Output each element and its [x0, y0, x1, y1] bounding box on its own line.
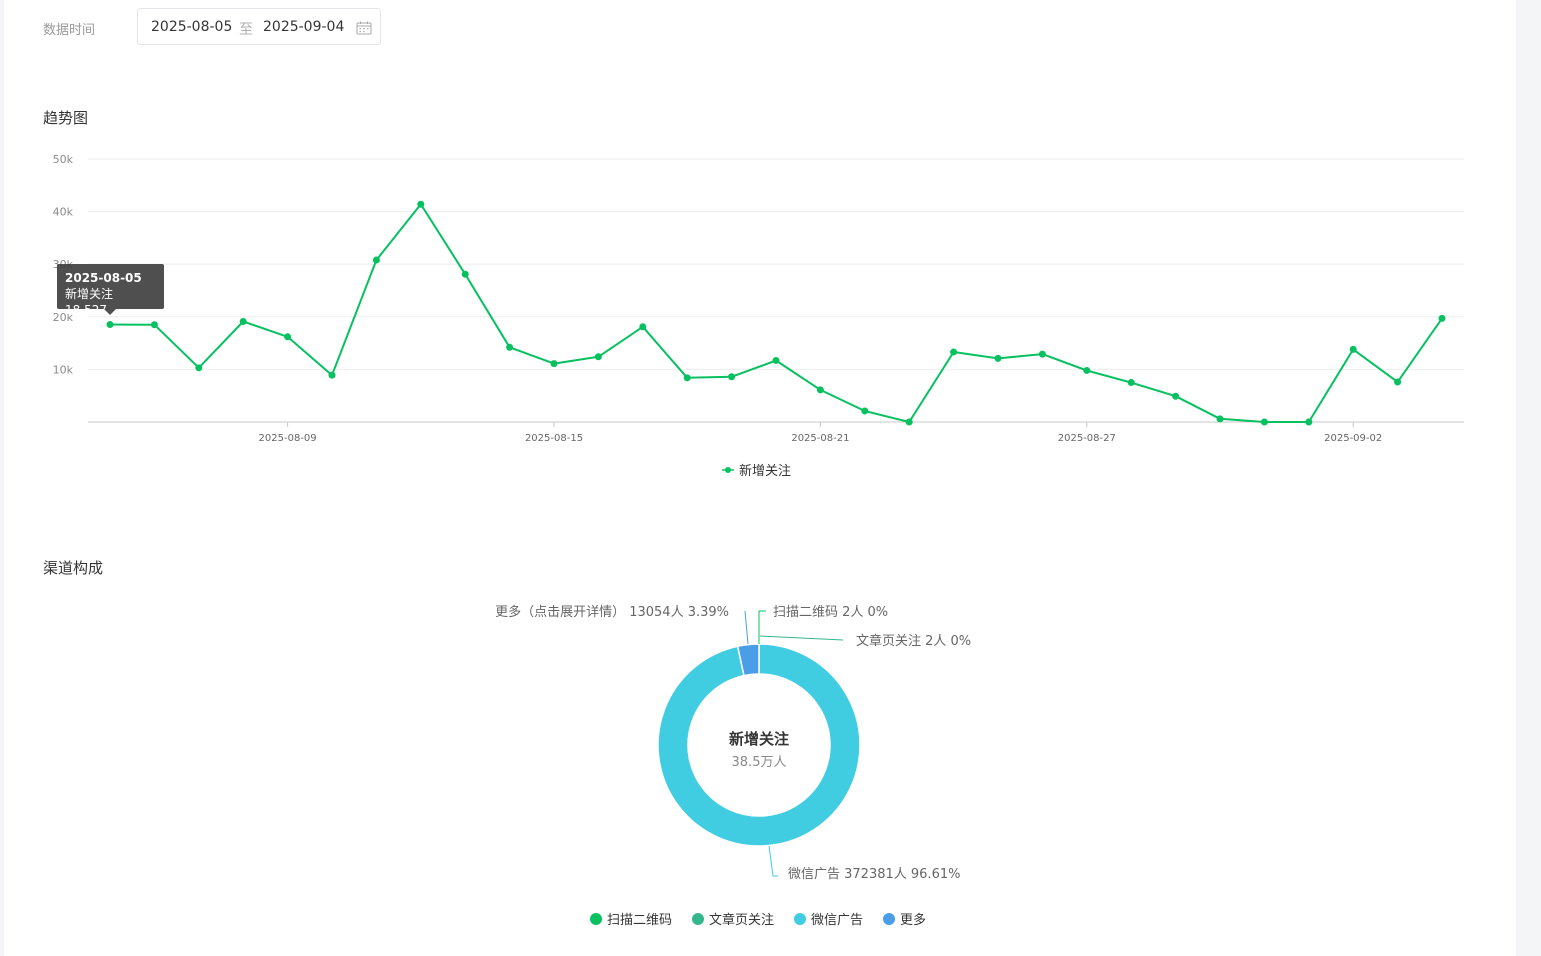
- slice-label: 微信广告 372381人 96.61%: [788, 867, 960, 882]
- data-point: [1172, 392, 1180, 400]
- legend-label: 文章页关注: [708, 913, 774, 928]
- data-point: [372, 256, 380, 264]
- pie-legend: 扫描二维码 文章页关注 微信广告 更多: [0, 909, 1516, 928]
- data-point: [1438, 314, 1446, 322]
- data-point: [1038, 350, 1046, 358]
- leader-line: [744, 610, 749, 645]
- y-tick-label: 50k: [53, 153, 74, 166]
- data-point: [728, 373, 736, 381]
- x-tick-label: 2025-08-09: [259, 433, 317, 444]
- legend-dot: [589, 912, 602, 925]
- leader-line: [768, 845, 778, 877]
- calendar-icon[interactable]: [356, 21, 372, 35]
- slice-label: 扫描二维码 2人 0%: [773, 605, 888, 620]
- data-point: [1349, 345, 1357, 353]
- data-point: [1216, 415, 1224, 423]
- data-point: [550, 360, 558, 368]
- data-point: [328, 371, 336, 379]
- data-point: [150, 321, 158, 329]
- trend-line-chart[interactable]: 10k20k30k40k50k2025-08-092025-08-152025-…: [0, 140, 1516, 490]
- legend-label: 新增关注: [739, 463, 791, 479]
- data-point: [950, 348, 958, 356]
- data-point: [1127, 379, 1135, 387]
- y-tick-label: 40k: [53, 206, 74, 219]
- data-point: [239, 318, 247, 326]
- data-point: [639, 323, 647, 331]
- slice-label: 文章页关注 2人 0%: [856, 633, 971, 649]
- legend-dot: [691, 912, 704, 925]
- tooltip-date: 2025-08-05: [65, 271, 142, 285]
- slice-label: 更多（点击展开详情） 13054人 3.39%: [495, 604, 729, 620]
- leader-line: [759, 635, 844, 641]
- data-point: [994, 354, 1002, 362]
- date-filter-label: 数据时间: [43, 23, 96, 38]
- chart-tooltip: 2025-08-05 新增关注 18,527: [57, 264, 164, 317]
- data-point: [816, 386, 824, 394]
- data-point: [1260, 418, 1268, 426]
- legend-item[interactable]: 微信广告: [794, 909, 863, 928]
- data-point: [284, 333, 292, 341]
- data-point: [1083, 366, 1091, 374]
- x-tick-label: 2025-08-15: [525, 433, 583, 444]
- donut-center-title: 新增关注: [729, 730, 789, 748]
- start-date-input[interactable]: 2025-08-05: [151, 19, 232, 35]
- series-line: [109, 203, 1443, 423]
- date-range-separator: 至: [239, 22, 253, 38]
- legend-item[interactable]: 扫描二维码: [589, 909, 672, 928]
- legend-label: 微信广告: [811, 913, 864, 928]
- end-date-input[interactable]: 2025-09-04: [263, 19, 344, 35]
- right-scrollbar-track[interactable]: [1516, 0, 1541, 956]
- data-point: [772, 356, 780, 364]
- data-point: [1394, 378, 1402, 386]
- data-point: [106, 321, 114, 329]
- data-point: [861, 407, 869, 415]
- legend-dot: [883, 912, 896, 925]
- donut-center-value: 38.5万人: [732, 755, 787, 770]
- legend-label: 更多: [900, 913, 927, 928]
- trend-section-title: 趋势图: [43, 109, 89, 127]
- y-tick-label: 10k: [53, 363, 74, 376]
- x-tick-label: 2025-09-02: [1324, 433, 1382, 444]
- legend-item[interactable]: 文章页关注: [691, 909, 774, 928]
- channel-donut-chart[interactable]: 新增关注 38.5万人 扫描二维码 2人 0% 文章页关注 2人 0% 更多（点击展开详…: [0, 590, 1516, 900]
- legend-item[interactable]: 更多: [883, 909, 926, 928]
- legend-dot: [794, 912, 806, 925]
- data-point: [594, 353, 602, 361]
- data-point: [417, 200, 425, 208]
- leader-line: [758, 610, 766, 644]
- x-tick-label: 2025-08-21: [791, 433, 849, 444]
- data-point: [461, 270, 469, 278]
- tooltip-arrow: [104, 309, 116, 315]
- channel-section-title: 渠道构成: [43, 559, 104, 577]
- data-point: [905, 418, 913, 426]
- x-tick-label: 2025-08-27: [1058, 433, 1116, 444]
- legend-label: 扫描二维码: [606, 913, 672, 928]
- date-range-picker[interactable]: 2025-08-05 至 2025-09-04: [137, 8, 381, 45]
- legend-dot-marker: [725, 467, 731, 473]
- data-point: [683, 374, 691, 382]
- data-point: [1305, 418, 1313, 426]
- data-point: [195, 364, 203, 372]
- data-point: [506, 343, 514, 351]
